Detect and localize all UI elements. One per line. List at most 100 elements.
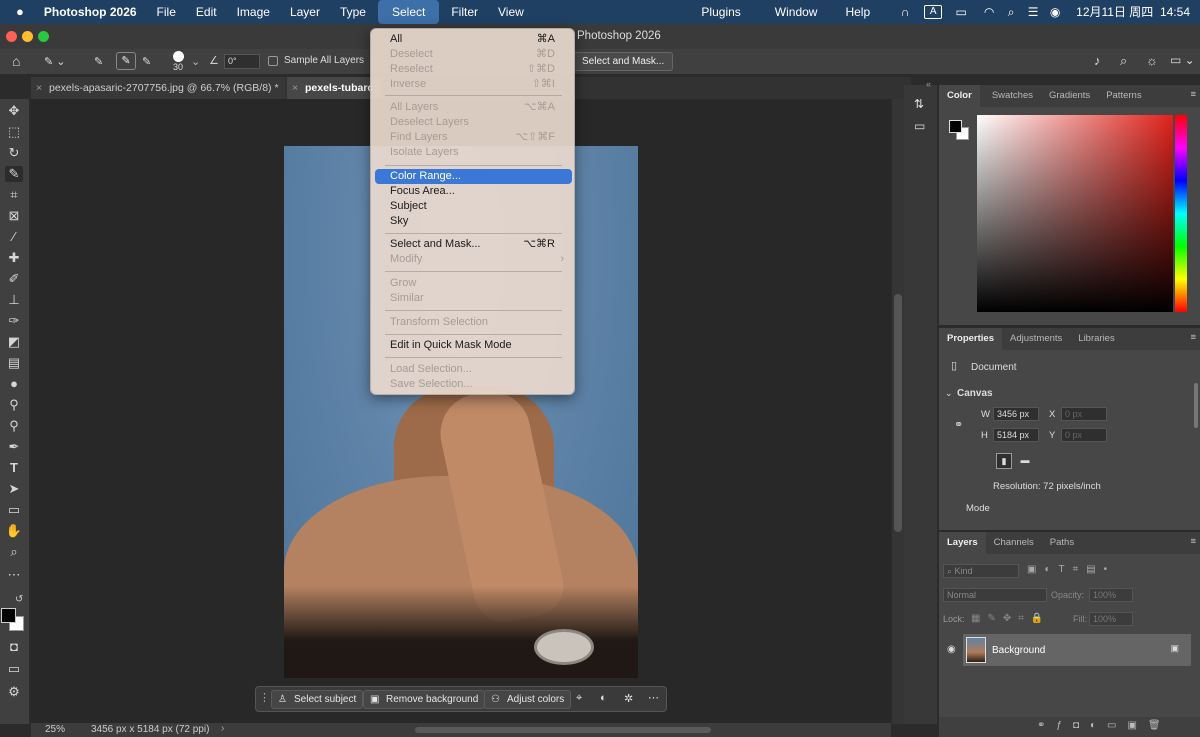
hue-slider[interactable] — [1175, 115, 1187, 312]
menu-file[interactable]: File — [147, 0, 186, 24]
visibility-eye-icon[interactable]: ◉ — [947, 644, 956, 655]
menu-item-save-selection[interactable]: Save Selection... — [375, 377, 572, 392]
menu-edit[interactable]: Edit — [186, 0, 227, 24]
remove-background-button[interactable]: ▣ Remove background — [363, 690, 486, 709]
subtract-selection-icon[interactable]: ✎ — [142, 55, 151, 68]
menu-item-transform-selection[interactable]: Transform Selection — [375, 315, 572, 330]
portrait-orientation-icon[interactable]: ▮ — [996, 453, 1012, 469]
menu-item-isolate-layers[interactable]: Isolate Layers — [375, 145, 572, 160]
menu-item-focus-area[interactable]: Focus Area... — [375, 184, 572, 199]
hand-tool-icon[interactable]: ✋ — [5, 523, 23, 539]
foreground-color-swatch[interactable] — [1, 608, 16, 623]
collapse-panels-icon[interactable]: « — [926, 79, 931, 89]
fill-input[interactable]: 100% — [1089, 612, 1133, 626]
clock[interactable]: 12月11日 周四 14:54 — [1066, 0, 1200, 24]
menu-item-grow[interactable]: Grow — [375, 276, 572, 291]
menu-item-find-layers[interactable]: Find Layers ⌥⇧⌘F — [375, 130, 572, 145]
menu-help[interactable]: Help — [835, 0, 880, 24]
menu-select[interactable]: Select — [377, 0, 440, 24]
screen-mode-icon[interactable]: ▭ — [5, 661, 23, 677]
brush-preview-icon[interactable] — [173, 51, 184, 62]
layer-filter-kind[interactable]: ⌕ Kind — [943, 564, 1019, 578]
zoom-level[interactable]: 25% — [45, 724, 65, 735]
landscape-orientation-icon[interactable]: ▬ — [1017, 453, 1033, 469]
select-and-mask-button[interactable]: Select and Mask... — [573, 52, 674, 71]
rectangle-tool-icon[interactable]: ▭ — [5, 502, 23, 518]
share-icon[interactable]: ⚙ — [5, 684, 23, 700]
comments-panel-icon[interactable]: ▭ — [914, 119, 925, 133]
new-selection-icon[interactable]: ✎ — [94, 55, 103, 68]
tab-channels[interactable]: Channels — [986, 532, 1042, 554]
fg-color-swatch[interactable] — [949, 120, 962, 133]
panel-menu-icon[interactable]: ≡ — [1190, 89, 1196, 100]
close-tab-icon[interactable]: × — [36, 77, 42, 99]
gradient-tool-icon[interactable]: ▤ — [5, 355, 23, 371]
apple-icon[interactable]: ● — [0, 0, 34, 24]
filter-icons[interactable]: ▣◐T⌗▤• — [1027, 564, 1115, 575]
doc-tab-1[interactable]: × pexels-apasaric-2707756.jpg @ 66.7% (R… — [31, 77, 285, 99]
status-menu-chevron-icon[interactable]: › — [221, 723, 224, 734]
zoom-tool-icon[interactable]: ⌕ — [5, 544, 23, 560]
frame-tool-icon[interactable]: ⊠ — [5, 208, 23, 224]
lock-icons[interactable]: ▦✎✥⌗🔒 — [971, 613, 1050, 624]
menu-item-subject[interactable]: Subject — [375, 199, 572, 214]
move-tool-icon[interactable]: ✥ — [5, 103, 23, 119]
menu-plugins[interactable]: Plugins — [691, 0, 750, 24]
menu-item-inverse[interactable]: Inverse ⇧⌘I — [375, 77, 572, 92]
menu-item-reselect[interactable]: Reselect ⇧⌘D — [375, 62, 572, 77]
mask-icon[interactable]: ◐ — [600, 692, 607, 704]
lasso-tool-icon[interactable]: ↻ — [5, 145, 23, 161]
layer-row-background[interactable]: Background ▣ — [963, 634, 1191, 666]
zoom-window-button[interactable] — [38, 31, 49, 42]
menu-item-similar[interactable]: Similar — [375, 291, 572, 306]
menu-item-deselect[interactable]: Deselect ⌘D — [375, 47, 572, 62]
tab-layers[interactable]: Layers — [939, 532, 986, 554]
tab-libraries[interactable]: Libraries — [1070, 328, 1122, 350]
tab-properties[interactable]: Properties — [939, 328, 1002, 350]
headphones-icon[interactable]: ∩ — [894, 5, 916, 19]
blend-mode-select[interactable]: Normal — [943, 588, 1047, 602]
canvas-section-chevron-icon[interactable]: ⌄ — [945, 388, 953, 399]
eyedropper-tool-icon[interactable]: ⁄ — [5, 229, 23, 245]
height-input[interactable]: 5184 px — [993, 428, 1039, 442]
quick-mask-icon[interactable]: ◘ — [5, 639, 23, 655]
panel-menu-icon[interactable]: ≡ — [1190, 332, 1196, 343]
menu-window[interactable]: Window — [765, 0, 828, 24]
canvas-vertical-scrollbar[interactable] — [892, 99, 904, 724]
tab-color[interactable]: Color — [939, 85, 980, 107]
menu-item-all[interactable]: All ⌘A — [375, 32, 572, 47]
input-method-icon[interactable]: A — [924, 5, 943, 19]
doc-tab-2[interactable]: × pexels-tubarc — [287, 77, 384, 99]
close-window-button[interactable] — [6, 31, 17, 42]
scroll-thumb[interactable] — [894, 294, 902, 532]
layer-name[interactable]: Background — [992, 645, 1045, 656]
crop-tool-icon[interactable]: ⌗ — [5, 187, 23, 203]
control-center-icon[interactable]: ☰ — [1022, 5, 1044, 19]
app-menu[interactable]: Photoshop 2026 — [34, 0, 147, 24]
adjust-colors-button[interactable]: ⚇ Adjust colors — [484, 690, 572, 709]
menu-view[interactable]: View — [488, 0, 534, 24]
menu-item-select-and-mask[interactable]: Select and Mask... ⌥⌘R — [375, 237, 572, 252]
notifications-icon[interactable]: ♪ — [1094, 53, 1101, 68]
menu-item-load-selection[interactable]: Load Selection... — [375, 362, 572, 377]
x-input[interactable]: 0 px — [1061, 407, 1107, 421]
history-brush-tool-icon[interactable]: ✑ — [5, 313, 23, 329]
battery-icon[interactable]: ▭ — [950, 5, 972, 19]
marquee-tool-icon[interactable]: ⬚ — [5, 124, 23, 140]
history-panel-icon[interactable]: ⇅ — [914, 97, 924, 111]
more-options-icon[interactable]: ⋯ — [648, 691, 659, 704]
menu-item-deselect-layers[interactable]: Deselect Layers — [375, 115, 572, 130]
opacity-input[interactable]: 100% — [1089, 588, 1133, 602]
spotlight-icon[interactable]: ⌕ — [1000, 5, 1022, 20]
tab-gradients[interactable]: Gradients — [1041, 85, 1098, 107]
blur-tool-icon[interactable]: ● — [5, 376, 23, 392]
panel-menu-icon[interactable]: ≡ — [1190, 536, 1196, 547]
transform-icon[interactable]: ⌖ — [576, 692, 582, 705]
generative-icon[interactable]: ✲ — [624, 692, 633, 705]
discover-icon[interactable]: ☼ — [1146, 53, 1158, 68]
menu-image[interactable]: Image — [227, 0, 280, 24]
swap-colors-icon[interactable]: ↺ — [15, 594, 23, 605]
tab-paths[interactable]: Paths — [1042, 532, 1082, 554]
eraser-tool-icon[interactable]: ◩ — [5, 334, 23, 350]
tab-patterns[interactable]: Patterns — [1098, 85, 1149, 107]
